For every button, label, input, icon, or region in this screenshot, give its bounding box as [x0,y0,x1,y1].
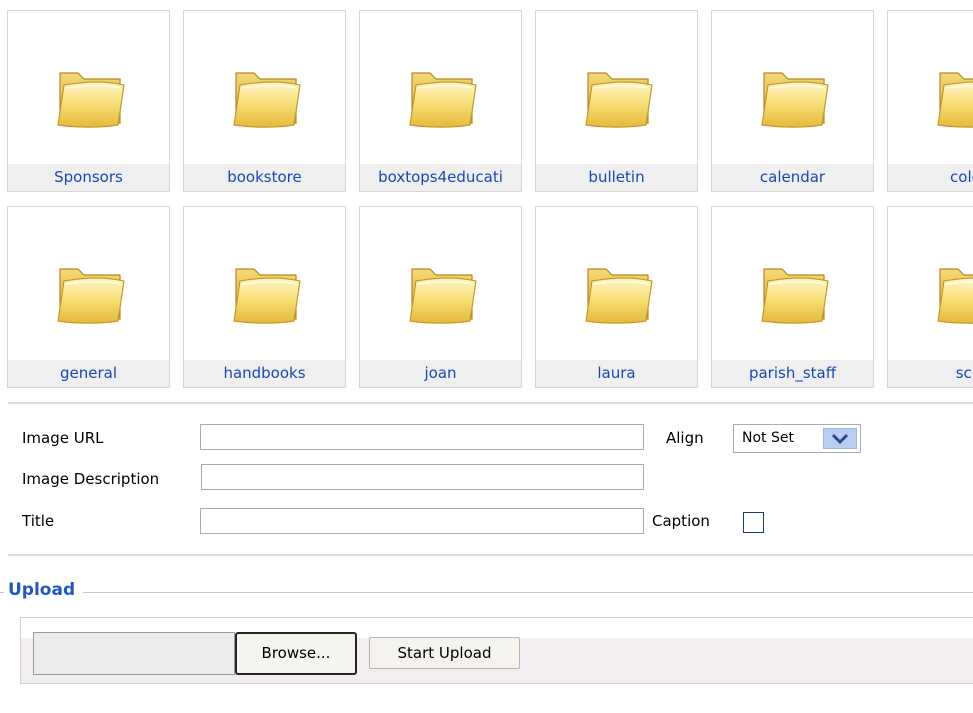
chevron-down-icon[interactable] [823,428,857,449]
title-input[interactable] [200,508,644,534]
folder-label[interactable]: laura [536,360,697,387]
folder-icon [406,65,478,129]
folder-icon [582,261,654,325]
folder-icon [54,65,126,129]
align-label: Align [666,429,704,447]
caption-label: Caption [652,512,710,530]
folder-label[interactable]: calendar [712,164,873,191]
folder-tile-calendar[interactable]: calendar [711,10,874,192]
folder-icon [758,65,830,129]
folder-grid: Sponsors bookstore boxtops4educati bulle… [0,0,973,392]
align-select[interactable]: Not Set [733,424,861,453]
folder-label[interactable]: joan [360,360,521,387]
folder-label[interactable]: Sponsors [8,164,169,191]
image-url-label: Image URL [22,429,104,447]
folder-tile-bookstore[interactable]: bookstore [183,10,346,192]
folder-icon [582,65,654,129]
folder-tile-color[interactable]: color [887,10,973,192]
folder-tile-handbooks[interactable]: handbooks [183,206,346,388]
folder-tile-sponsors[interactable]: Sponsors [7,10,170,192]
folder-label[interactable]: bookstore [184,164,345,191]
folder-label[interactable]: parish_staff [712,360,873,387]
folder-tile-laura[interactable]: laura [535,206,698,388]
file-path-input[interactable] [33,632,235,675]
caption-checkbox[interactable] [743,512,764,533]
section-divider [8,402,973,404]
folder-tile-joan[interactable]: joan [359,206,522,388]
upload-legend: Upload [4,580,84,600]
folder-icon [230,261,302,325]
folder-label[interactable]: color [888,164,973,191]
folder-icon [54,261,126,325]
folder-tile-boxtops4education[interactable]: boxtops4educati [359,10,522,192]
folder-tile-parish-staff[interactable]: parish_staff [711,206,874,388]
title-label: Title [22,512,55,530]
folder-icon [934,65,973,129]
image-description-input[interactable] [201,464,644,490]
folder-icon [934,261,973,325]
folder-label[interactable]: sch [888,360,973,387]
folder-icon [230,65,302,129]
image-description-label: Image Description [22,470,160,488]
upload-fieldset-border [0,592,973,593]
folder-icon [758,261,830,325]
folder-tile-sch[interactable]: sch [887,206,973,388]
start-upload-button[interactable]: Start Upload [369,637,520,669]
section-divider [8,554,973,556]
folder-label[interactable]: boxtops4educati [360,164,521,191]
align-select-value: Not Set [742,430,794,446]
folder-tile-bulletin[interactable]: bulletin [535,10,698,192]
folder-label[interactable]: general [8,360,169,387]
folder-icon [406,261,478,325]
browse-button[interactable]: Browse... [235,632,357,675]
folder-tile-general[interactable]: general [7,206,170,388]
folder-label[interactable]: bulletin [536,164,697,191]
folder-label[interactable]: handbooks [184,360,345,387]
image-url-input[interactable] [200,424,644,450]
